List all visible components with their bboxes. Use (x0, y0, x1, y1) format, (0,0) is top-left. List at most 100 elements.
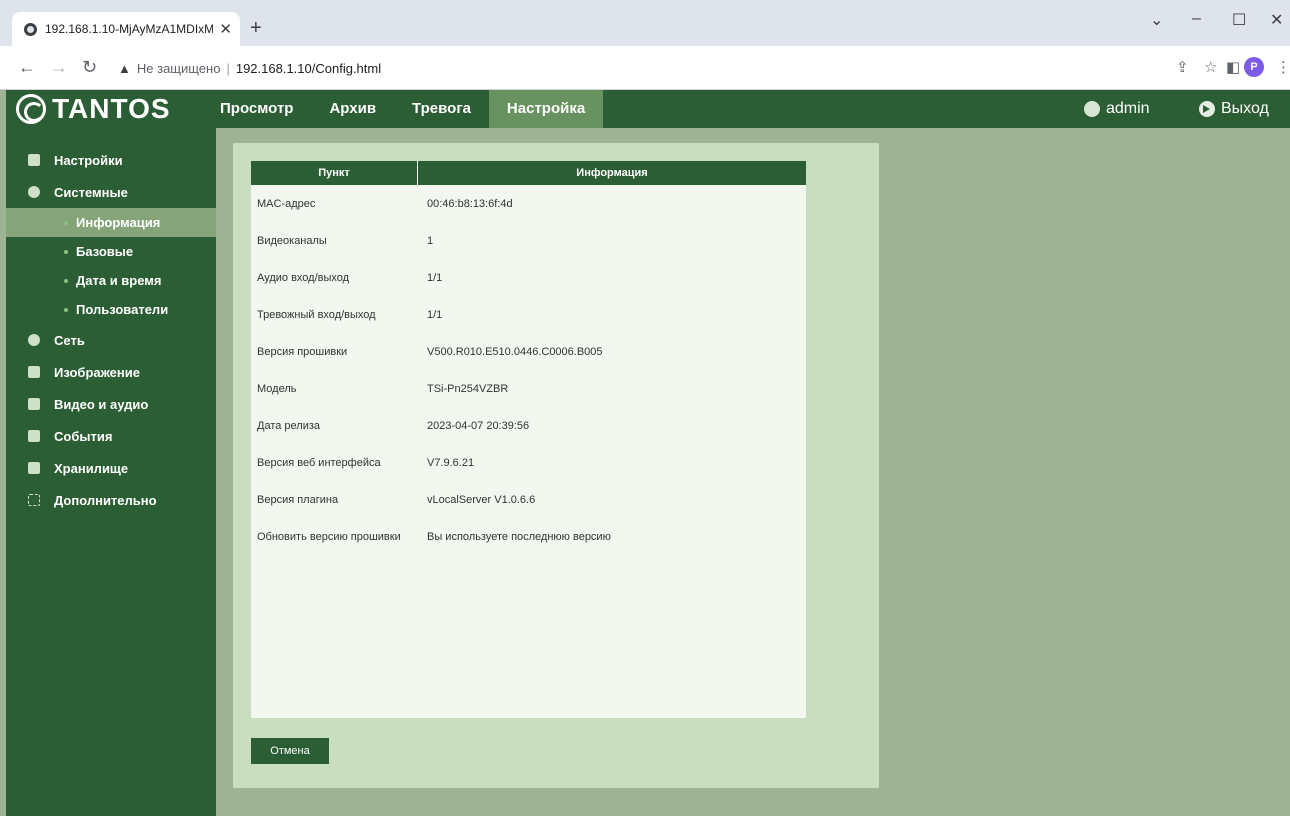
row-key: Видеоканалы (257, 234, 327, 247)
username: admin (1106, 100, 1150, 117)
table-row: Версия прошивки V500.R010.E510.0446.C0006… (251, 333, 806, 370)
menu-kebab-icon[interactable]: ⋮ (1276, 58, 1290, 76)
logo-text: TANTOS (52, 93, 171, 124)
sidebar-item-label: События (54, 428, 113, 444)
row-key: Обновить версию прошивки (257, 530, 401, 543)
close-tab-icon[interactable]: ✕ (219, 20, 232, 38)
sidebar-item-label: Изображение (54, 364, 140, 380)
row-key: Модель (257, 382, 297, 395)
sidebar-item-label: Сеть (54, 332, 85, 348)
info-icon (28, 186, 40, 198)
video-icon (28, 398, 40, 410)
row-value: V7.9.6.21 (427, 456, 475, 469)
tab-title: 192.168.1.10-MjAyMzA1MDIxMT (45, 22, 214, 36)
storage-icon (28, 462, 40, 474)
info-table: Пункт Информация MAC-адрес 00:46:b8:13:6f… (251, 161, 806, 718)
sidebar-subitem-information[interactable]: Информация (6, 208, 216, 237)
sidebar-subitem-label: Пользователи (76, 302, 169, 317)
side-panel-icon[interactable]: ◧ (1226, 58, 1240, 76)
row-key: Аудио вход/выход (257, 271, 350, 284)
profile-avatar[interactable]: P (1244, 57, 1264, 77)
share-icon[interactable]: ⇪ (1176, 58, 1189, 76)
row-value: 1 (427, 234, 434, 247)
globe-icon (28, 334, 40, 346)
row-key: Версия веб интерфейса (257, 456, 381, 469)
main-nav: Просмотр Архив Тревога Настройка (202, 90, 604, 128)
table-row: Тревожный вход/выход 1/1 (251, 296, 806, 333)
logout-icon (1199, 101, 1215, 117)
sidebar-item-label: Дополнительно (54, 492, 157, 508)
sidebar-item-settings[interactable]: Настройки (6, 144, 216, 176)
new-tab-button[interactable]: + (250, 16, 262, 40)
tantos-logo: TANTOS (16, 92, 171, 126)
tab-search-icon[interactable]: ⌄ (1150, 10, 1163, 30)
row-value: TSi-Pn254VZBR (427, 382, 509, 395)
reload-icon[interactable]: ↻ (82, 58, 97, 76)
row-key: Тревожный вход/выход (257, 308, 376, 321)
tools-icon (28, 494, 40, 506)
sidebar-item-advanced[interactable]: Дополнительно (6, 484, 216, 516)
sidebar-item-image[interactable]: Изображение (6, 356, 216, 388)
image-icon (28, 366, 40, 378)
nav-settings[interactable]: Настройка (488, 90, 604, 128)
table-header: Пункт Информация (251, 161, 806, 185)
separator: | (226, 60, 230, 76)
browser-tab-strip: 192.168.1.10-MjAyMzA1MDIxMT ✕ + ⌄ – ☐ ✕ (0, 0, 1290, 46)
table-row: Обновить версию прошивки Вы используете п… (251, 518, 806, 555)
forward-icon[interactable]: → (50, 58, 68, 76)
row-value: 1/1 (427, 271, 443, 284)
sidebar-subitem-datetime[interactable]: Дата и время (6, 266, 216, 295)
table-row: Дата релиза 2023-04-07 20:39:56 (251, 407, 806, 444)
table-row: Видеоканалы 1 (251, 222, 806, 259)
events-icon (28, 430, 40, 442)
table-row: Аудио вход/выход 1/1 (251, 259, 806, 296)
logo-icon (16, 94, 46, 124)
close-window-icon[interactable]: ✕ (1270, 10, 1283, 30)
bookmark-star-icon[interactable]: ☆ (1204, 58, 1217, 76)
row-value: V500.R010.E510.0446.C0006.B005 (427, 345, 603, 358)
row-value: 00:46:b8:13:6f:4d (427, 197, 513, 210)
sidebar-item-label: Хранилище (54, 460, 129, 476)
globe-icon (24, 22, 37, 36)
sidebar-subitem-users[interactable]: Пользователи (6, 295, 216, 324)
sidebar-item-label: Настройки (54, 152, 123, 168)
cancel-button[interactable]: Отмена (251, 738, 329, 764)
logout-button[interactable]: Выход (1199, 90, 1269, 128)
sidebar-item-storage[interactable]: Хранилище (6, 452, 216, 484)
sidebar-item-label: Системные (54, 184, 128, 200)
nav-alarm[interactable]: Тревога (394, 90, 489, 128)
sidebar-item-system[interactable]: Системные (6, 176, 216, 208)
row-key: Версия прошивки (257, 345, 348, 358)
nav-archive[interactable]: Архив (311, 90, 394, 128)
address-bar: ← → ↻ ▲ Не защищено | 192.168.1.10/Confi… (0, 46, 1290, 90)
sidebar-item-label: Видео и аудио (54, 396, 149, 412)
omnibox[interactable]: ▲ Не защищено | 192.168.1.10/Config.html (118, 56, 381, 80)
table-row: Модель TSi-Pn254VZBR (251, 370, 806, 407)
row-key: Дата релиза (257, 419, 321, 432)
logout-label: Выход (1221, 100, 1269, 117)
content-panel: Пункт Информация MAC-адрес 00:46:b8:13:6f… (233, 143, 879, 788)
sidebar-subitem-basic[interactable]: Базовые (6, 237, 216, 266)
table-row: Версия веб интерфейса V7.9.6.21 (251, 444, 806, 481)
app-header: TANTOS Просмотр Архив Тревога Настройка … (6, 90, 1290, 128)
back-icon[interactable]: ← (18, 58, 36, 76)
row-key: MAC-адрес (257, 197, 316, 210)
insecure-label: Не защищено (136, 60, 221, 76)
row-value[interactable]: Вы используете последнюю версию (427, 531, 806, 543)
user-menu[interactable]: admin (1084, 90, 1150, 128)
row-value: 1/1 (427, 308, 443, 321)
sidebar-item-video-audio[interactable]: Видео и аудио (6, 388, 216, 420)
column-header-item: Пункт (251, 161, 418, 185)
sidebar-item-network[interactable]: Сеть (6, 324, 216, 356)
maximize-icon[interactable]: ☐ (1232, 10, 1246, 30)
minimize-icon[interactable]: – (1192, 10, 1201, 28)
nav-view[interactable]: Просмотр (202, 90, 311, 128)
browser-tab[interactable]: 192.168.1.10-MjAyMzA1MDIxMT ✕ (12, 12, 240, 46)
sidebar-item-events[interactable]: События (6, 420, 216, 452)
sidebar-subitem-label: Базовые (76, 244, 134, 259)
table-row: MAC-адрес 00:46:b8:13:6f:4d (251, 185, 806, 222)
url-text: 192.168.1.10/Config.html (235, 60, 382, 76)
row-value: vLocalServer V1.0.6.6 (427, 493, 536, 506)
sidebar-subitem-label: Информация (76, 215, 161, 230)
sidebar: Настройки Системные Информация Базовые Д… (6, 128, 216, 816)
